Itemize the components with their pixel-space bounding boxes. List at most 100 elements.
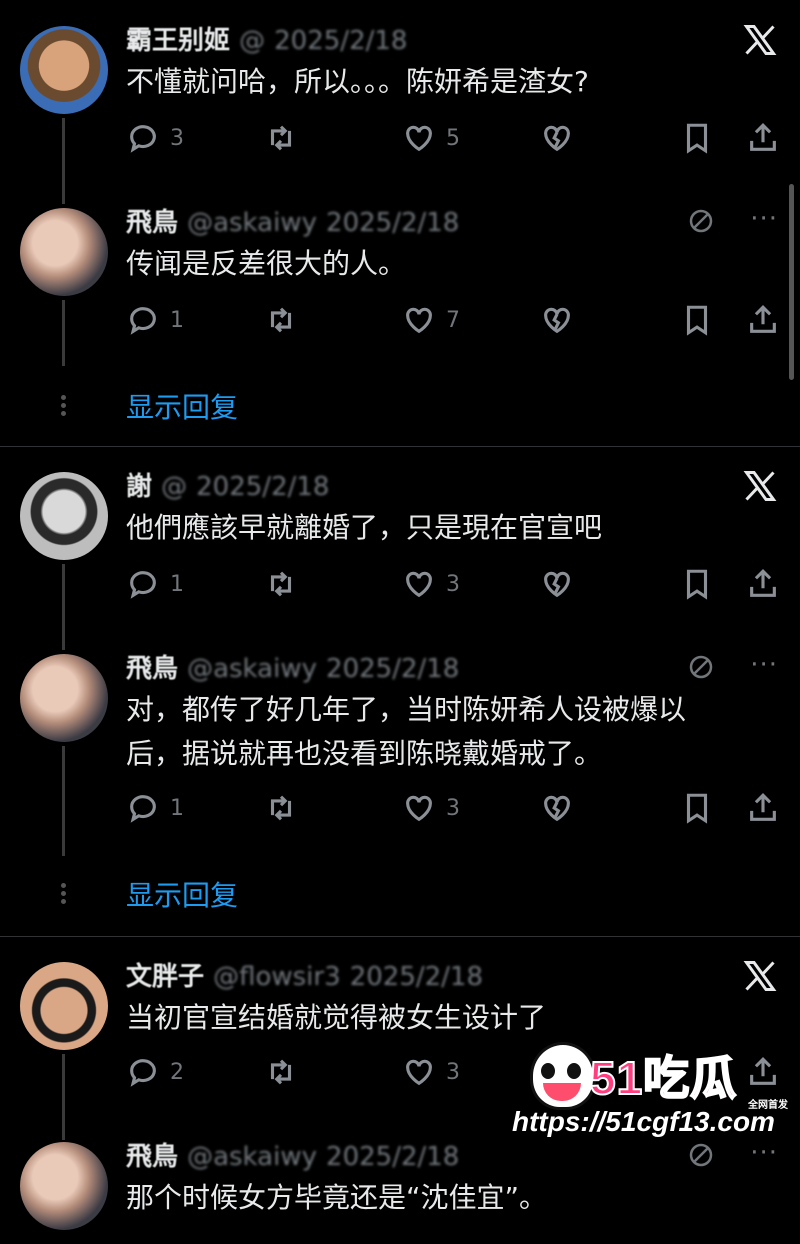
heart-icon — [402, 791, 436, 825]
broken-heart-icon — [540, 303, 574, 337]
bookmark-button[interactable] — [680, 300, 714, 340]
tweet-text: 当初官宣结婚就觉得被女生设计了 — [126, 1001, 547, 1034]
tweet-date: 2025/2/18 — [196, 472, 330, 502]
divider — [0, 446, 800, 447]
tweet-date: 2025/2/18 — [349, 962, 484, 992]
watermark: 51吃瓜 全网首发 https://51cgf13.com — [512, 1040, 792, 1140]
mascot-icon — [530, 1042, 596, 1110]
show-replies-link[interactable]: 显示回复 — [126, 874, 238, 914]
more-icon[interactable]: ··· — [750, 650, 778, 680]
broken-heart-icon — [540, 121, 574, 155]
share-button[interactable] — [746, 564, 780, 604]
author-name[interactable]: 謝 — [126, 472, 152, 502]
tweet-actions: 1 3 — [126, 788, 786, 828]
avatar[interactable] — [20, 26, 108, 114]
reply-button[interactable]: 1 — [126, 564, 184, 604]
share-button[interactable] — [746, 788, 780, 828]
bookmark-icon — [680, 121, 714, 155]
show-replies-link[interactable]: 显示回复 — [126, 386, 238, 426]
heart-icon — [402, 567, 436, 601]
like-button[interactable]: 3 — [402, 788, 460, 828]
tweet-header: 飛鳥 @askaiwy 2025/2/18 — [126, 1136, 459, 1173]
heart-icon — [402, 303, 436, 337]
reply-button[interactable]: 1 — [126, 300, 184, 340]
retweet-icon — [264, 1055, 298, 1089]
thread-line — [62, 746, 65, 856]
author-handle[interactable]: @askaiwy — [187, 1142, 317, 1172]
like-count: 7 — [446, 307, 460, 333]
tweet-text-line: 对，都传了好几年了，当时陈妍希人设被爆以 — [126, 693, 687, 726]
author-name[interactable]: 飛鳥 — [126, 1142, 178, 1172]
author-handle[interactable]: @askaiwy — [187, 654, 317, 684]
like-button[interactable]: 7 — [402, 300, 460, 340]
bookmark-button[interactable] — [680, 118, 714, 158]
bookmark-button[interactable] — [680, 788, 714, 828]
avatar[interactable] — [20, 208, 108, 296]
author-name[interactable]: 文胖子 — [126, 962, 204, 992]
dislike-button[interactable] — [540, 118, 574, 158]
tweet-header: 霸王别姬 @ 2025/2/18 — [126, 20, 407, 57]
author-handle[interactable]: @flowsir3 — [213, 962, 341, 992]
reply-count: 2 — [170, 1059, 184, 1085]
author-name[interactable]: 飛鳥 — [126, 654, 178, 684]
retweet-button[interactable] — [264, 564, 298, 604]
hidden-reply-icon — [686, 1140, 716, 1170]
reply-count: 1 — [170, 307, 184, 333]
scrollbar[interactable] — [789, 184, 794, 380]
share-button[interactable] — [746, 300, 780, 340]
tweet-text: 那个时候女方毕竟还是“沈佳宜”。 — [126, 1181, 548, 1214]
tweet-actions: 3 5 — [126, 118, 786, 158]
heart-icon — [402, 1055, 436, 1089]
reply-icon — [126, 121, 160, 155]
reply-button[interactable]: 2 — [126, 1052, 184, 1092]
more-icon[interactable]: ··· — [750, 1138, 778, 1168]
author-handle[interactable]: @ — [239, 26, 265, 56]
avatar[interactable] — [20, 962, 108, 1050]
bookmark-icon — [680, 791, 714, 825]
share-icon — [746, 121, 780, 155]
dislike-button[interactable] — [540, 564, 574, 604]
share-button[interactable] — [746, 118, 780, 158]
avatar[interactable] — [20, 654, 108, 742]
avatar[interactable] — [20, 1142, 108, 1230]
like-button[interactable]: 3 — [402, 1052, 460, 1092]
tweet-header: 文胖子 @flowsir3 2025/2/18 — [126, 956, 483, 993]
tweet-date: 2025/2/18 — [274, 26, 408, 56]
dislike-button[interactable] — [540, 788, 574, 828]
broken-heart-icon — [540, 567, 574, 601]
tweet-text-line: 后，据说就再也没看到陈晓戴婚戒了。 — [126, 737, 603, 770]
more-icon[interactable]: ··· — [750, 204, 778, 234]
watermark-brand: 51吃瓜 — [589, 1051, 738, 1105]
avatar[interactable] — [20, 472, 108, 560]
x-logo-icon — [742, 958, 778, 994]
like-button[interactable]: 5 — [402, 118, 460, 158]
bookmark-icon — [680, 567, 714, 601]
hidden-reply-icon — [686, 652, 716, 682]
dislike-button[interactable] — [540, 300, 574, 340]
author-name[interactable]: 霸王别姬 — [126, 26, 230, 56]
thread-line — [62, 300, 65, 366]
bookmark-button[interactable] — [680, 564, 714, 604]
like-count: 3 — [446, 795, 460, 821]
tweet-header: 飛鳥 @askaiwy 2025/2/18 — [126, 648, 459, 685]
tweet-date: 2025/2/18 — [326, 1142, 460, 1172]
heart-icon — [402, 121, 436, 155]
like-count: 5 — [446, 125, 460, 151]
tweet-actions: 1 3 — [126, 564, 786, 604]
like-count: 3 — [446, 571, 460, 597]
share-icon — [746, 791, 780, 825]
retweet-button[interactable] — [264, 1052, 298, 1092]
retweet-button[interactable] — [264, 300, 298, 340]
retweet-button[interactable] — [264, 788, 298, 828]
reply-button[interactable]: 3 — [126, 118, 184, 158]
retweet-icon — [264, 791, 298, 825]
reply-button[interactable]: 1 — [126, 788, 184, 828]
author-name[interactable]: 飛鳥 — [126, 208, 178, 238]
bookmark-icon — [680, 303, 714, 337]
tweet-header: 謝 @ 2025/2/18 — [126, 466, 329, 503]
like-button[interactable]: 3 — [402, 564, 460, 604]
author-handle[interactable]: @ — [161, 472, 187, 502]
tweet-text: 不懂就问哈，所以。。。陈妍希是渣女? — [126, 65, 589, 98]
author-handle[interactable]: @askaiwy — [187, 208, 317, 238]
retweet-button[interactable] — [264, 118, 298, 158]
